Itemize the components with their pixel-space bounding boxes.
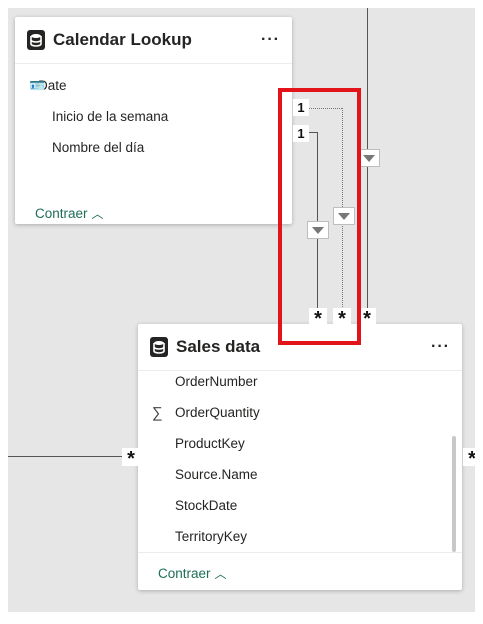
calendar-hierarchy-icon: 🪪 [29,77,46,93]
collapse-label: Contraer [158,566,211,581]
more-options-button[interactable]: ··· [261,31,280,49]
sigma-icon: ∑ [152,404,163,421]
field-item[interactable]: OrderNumber [138,366,462,397]
field-list-scrollbar[interactable] [452,436,456,552]
model-canvas[interactable]: Calendar Lookup ··· 🪪 Date Inicio de la … [8,8,475,612]
collapse-label: Contraer [35,206,88,221]
chevron-up-icon: ︿ [214,567,227,581]
field-label: StockDate [175,498,238,513]
field-label: TerritoryKey [175,529,248,544]
field-label: Inicio de la semana [52,109,169,124]
table-database-icon [27,30,45,50]
collapse-button[interactable]: Contraer ︿ [138,565,227,582]
field-label: ProductKey [175,436,245,451]
highlight-box [278,88,361,345]
field-item[interactable]: ∑ OrderQuantity [138,397,462,428]
field-label: OrderNumber [175,374,258,389]
field-item[interactable]: StockDate [138,490,462,521]
sales-data-table[interactable]: Sales data ··· OrderNumber ∑ OrderQuanti… [138,324,462,590]
field-label: Nombre del día [52,140,145,155]
collapse-button[interactable]: Contraer ︿ [15,205,104,222]
calendar-lookup-table[interactable]: Calendar Lookup ··· 🪪 Date Inicio de la … [15,17,292,224]
field-label: Source.Name [175,467,258,482]
field-item[interactable]: TerritoryKey [138,521,462,552]
field-item[interactable]: Source.Name [138,459,462,490]
table-header[interactable]: Calendar Lookup ··· [15,17,292,64]
field-item[interactable]: 🪪 Date [15,70,292,101]
field-item[interactable]: Inicio de la semana [15,101,292,132]
chevron-up-icon: ︿ [91,207,104,221]
field-item[interactable]: Nombre del día [15,132,292,163]
filter-direction-arrow-icon[interactable] [358,149,380,167]
cardinality-many-badge: * [463,448,475,470]
field-label: OrderQuantity [175,405,260,420]
table-title: Calendar Lookup [53,30,192,49]
field-item[interactable]: ProductKey [138,428,462,459]
relationship-line-left[interactable] [8,456,126,457]
table-database-icon [150,337,168,357]
more-options-button[interactable]: ··· [431,338,450,356]
cardinality-many-badge: * [122,448,140,470]
